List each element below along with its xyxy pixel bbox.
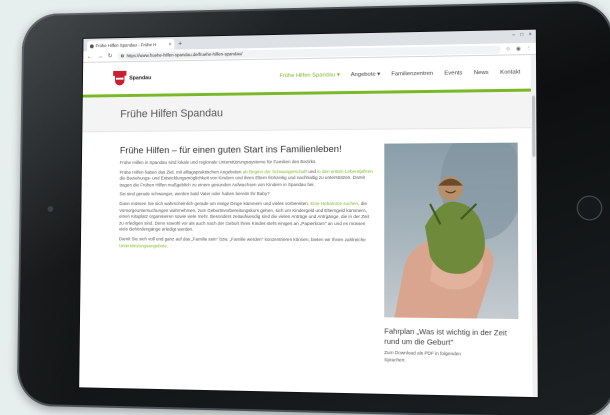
text: Frühe Hilfen haben das Ziel, mit alltags…	[119, 168, 243, 175]
paragraph-details: Dann müssen Sie sich wahrscheinlich gera…	[119, 201, 374, 234]
link-lebensjahre[interactable]: in den ersten Lebensjahren	[317, 168, 373, 173]
menu-item-familienzentren[interactable]: Familienzentren	[391, 70, 433, 77]
menu-item-fruehe-hilfen[interactable]: Frühe Hilfen Spandau ▾	[279, 72, 339, 79]
bookmark-star-icon[interactable]: ☆	[506, 46, 511, 52]
favicon-icon	[89, 43, 94, 48]
page-title-bar: Frühe Hilfen Spandau	[82, 91, 537, 133]
lock-icon	[120, 54, 124, 58]
new-tab-button[interactable]: +	[178, 39, 182, 50]
paragraph-support: Damit Sie sich voll und ganz auf das „Fa…	[119, 236, 374, 250]
back-icon[interactable]: ←	[87, 54, 93, 60]
forward-icon[interactable]: →	[97, 53, 103, 59]
paragraph-goal: Frühe Hilfen haben das Ziel, mit alltags…	[119, 168, 374, 188]
spandau-crest-icon	[113, 70, 127, 86]
text: .	[166, 242, 169, 248]
logo-name: Spandau	[129, 74, 152, 81]
link-schwangerschaft[interactable]: ab Beginn der Schwangerschaft	[243, 169, 307, 174]
menu-item-kontakt[interactable]: Kontakt	[500, 69, 520, 75]
minimize-button[interactable]: –	[512, 32, 515, 38]
close-window-button[interactable]: ×	[529, 32, 532, 38]
window-controls: – □ ×	[512, 32, 531, 38]
paragraph-question: Sie sind gerade schwanger, werden bald V…	[119, 191, 270, 197]
hand-doll-photo	[384, 142, 519, 320]
scrollbar-thumb[interactable]	[532, 95, 536, 157]
home-button[interactable]	[576, 195, 603, 221]
text: Damit Sie sich voll und ganz auf das „Fa…	[118, 236, 366, 243]
text: die Beziehungs- und Entwicklungsmöglichk…	[119, 175, 365, 188]
camera-icon	[47, 206, 54, 212]
menu-item-angebote[interactable]: Angebote ▾	[351, 71, 380, 77]
page-content: Frühe Hilfen – für einen guten Start ins…	[81, 128, 537, 362]
link-unterstuetzung[interactable]: Unterstützungsangebote	[119, 243, 167, 248]
main-column: Frühe Hilfen – für einen guten Start ins…	[119, 144, 374, 251]
site-header: Spandau Frühe Hilfen Spandau ▾ Angebote …	[82, 54, 537, 98]
content-heading: Frühe Hilfen – für einen guten Start ins…	[119, 143, 342, 157]
menu-item-events[interactable]: Events	[444, 70, 462, 76]
page-scrollbar[interactable]	[530, 54, 538, 398]
sidebar: Fahrplan „Was ist wichtig in der Zeit ru…	[384, 142, 519, 366]
paragraph-intro: Frühe Hilfen in Spandau sind lokale und …	[119, 159, 317, 166]
tablet-screen: Frühe Hilfen Spandau - Frühe H × + – □ ×…	[78, 28, 539, 399]
sidebar-text: Zum Download als PDF in folgenden Sprach…	[384, 349, 462, 363]
text: Dann müssen Sie sich wahrscheinlich gera…	[119, 200, 311, 207]
main-menu: Frühe Hilfen Spandau ▾ Angebote ▾ Famili…	[257, 69, 520, 79]
browser-menu-icon[interactable]: ⋮	[526, 45, 532, 51]
browser-tab[interactable]: Frühe Hilfen Spandau - Frühe H ×	[87, 38, 175, 52]
tablet-frame: Frühe Hilfen Spandau - Frühe H × + – □ ×…	[16, 0, 610, 415]
reload-icon[interactable]: ↻	[108, 53, 113, 60]
menu-item-news[interactable]: News	[474, 69, 489, 75]
page-title: Frühe Hilfen Spandau	[120, 106, 224, 120]
site-logo[interactable]: Spandau	[113, 68, 257, 86]
url-text: https://www.fruehe-hilfen-spandau.de/fru…	[126, 51, 243, 59]
tab-close-icon[interactable]: ×	[169, 41, 172, 47]
text: und	[306, 168, 318, 174]
maximize-button[interactable]: □	[520, 32, 523, 38]
account-icon[interactable]: ◉	[516, 46, 521, 52]
tab-title: Frühe Hilfen Spandau - Frühe H	[95, 42, 157, 49]
sidebar-heading: Fahrplan „Was ist wichtig in der Zeit ru…	[384, 326, 507, 347]
link-hebamme[interactable]: Eine Hebamme suchen	[310, 201, 358, 206]
